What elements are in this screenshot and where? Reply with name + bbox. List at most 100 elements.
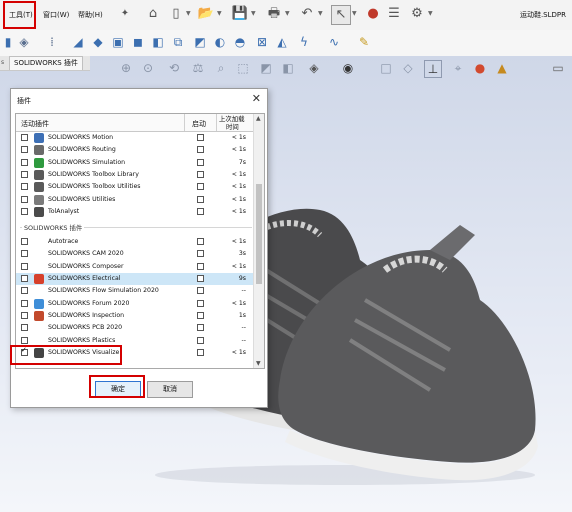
save-icon[interactable]: 💾 [231,5,249,23]
addin-row[interactable]: SOLIDWORKS Toolbox Library < 1s [16,169,254,181]
startup-checkbox[interactable] [197,275,204,282]
column-active-addins[interactable]: 活动插件 [21,119,49,129]
column-startup[interactable]: 启动 [192,119,206,129]
wrap-icon[interactable]: ◐ [212,34,228,50]
addin-row[interactable]: SOLIDWORKS Flow Simulation 2020 -- [16,285,254,297]
scenes-icon[interactable]: ▲ [494,60,510,76]
active-checkbox[interactable] [21,238,28,246]
extrude-icon[interactable]: ◈ [16,34,32,50]
chevron-down-icon[interactable]: ▼ [428,10,433,17]
startup-checkbox[interactable] [197,158,204,166]
active-checkbox[interactable] [21,287,28,295]
addin-row[interactable]: TolAnalyst < 1s [16,206,254,218]
list-scrollbar[interactable]: ▲ ▼ [253,114,264,368]
chevron-down-icon[interactable]: ▼ [251,10,256,17]
chevron-down-icon[interactable]: ▼ [318,10,323,17]
pin-icon[interactable]: ✦ [116,5,134,23]
addin-row[interactable]: SOLIDWORKS Toolbox Utilities < 1s [16,181,254,193]
startup-checkbox[interactable] [197,207,204,215]
instant3d-icon[interactable]: ∿ [326,34,342,50]
active-checkbox[interactable] [21,324,28,332]
startup-checkbox[interactable] [197,134,204,141]
startup-checkbox[interactable] [197,183,204,191]
move-face-icon[interactable]: ⊠ [254,34,270,50]
active-checkbox[interactable] [21,158,28,166]
active-checkbox[interactable] [21,275,28,282]
startup-checkbox[interactable] [197,336,204,344]
active-checkbox[interactable] [21,262,28,270]
rebuild-traffic-light-icon[interactable]: ● [364,5,382,23]
tab-solidworks-addins[interactable]: SOLIDWORKS 插件 [9,56,83,70]
home-icon[interactable]: ⌂ [144,5,162,23]
addin-row[interactable]: SOLIDWORKS Simulation 7s [16,157,254,169]
draft-icon[interactable]: ◧ [150,34,166,50]
addin-row[interactable]: SOLIDWORKS Motion < 1s [16,132,254,144]
edit-appearance-icon[interactable]: ◈ [306,60,322,76]
active-checkbox[interactable] [21,207,28,215]
triad-icon[interactable]: ⊥ [424,60,442,78]
section-view-icon[interactable]: ⚖ [190,60,206,76]
zoom-to-fit-icon[interactable]: ⊕ [118,60,134,76]
chevron-down-icon[interactable]: ▼ [256,360,261,367]
menu-help[interactable]: 帮助(H) [78,10,103,20]
startup-checkbox[interactable] [197,250,204,258]
chamfer-icon[interactable]: ◆ [90,34,106,50]
startup-checkbox[interactable] [197,238,204,246]
pattern-icon[interactable]: ⧉ [170,34,186,50]
tab-scroll-left-icon[interactable]: s [1,59,4,66]
addin-row[interactable]: SOLIDWORKS Utilities < 1s [16,194,254,206]
active-checkbox[interactable] [21,311,28,319]
select-cursor-icon[interactable]: ↖ [331,5,351,25]
dome-icon[interactable]: ◓ [232,34,248,50]
rib-icon[interactable]: ◼ [130,34,146,50]
shadows-icon[interactable]: ⌖ [450,60,466,76]
hide-show-items-icon[interactable]: ◧ [280,60,296,76]
view-settings-icon[interactable]: □ [378,60,394,76]
startup-checkbox[interactable] [197,324,204,332]
active-checkbox[interactable] [21,195,28,203]
sketch-icon[interactable]: ▮ [0,34,16,50]
addin-row[interactable]: SOLIDWORKS Composer < 1s [16,261,254,273]
zoom-area-icon[interactable]: ⊙ [140,60,156,76]
cancel-button[interactable]: 取消 [147,381,193,398]
active-checkbox[interactable] [21,336,28,344]
addin-row[interactable]: SOLIDWORKS CAM 2020 3s [16,248,254,260]
scrollbar-thumb[interactable] [256,184,262,284]
dynamic-annotation-icon[interactable]: ⌕ [213,60,229,76]
startup-checkbox[interactable] [197,311,204,319]
addin-row[interactable]: SOLIDWORKS Electrical 9s [16,273,254,285]
new-document-icon[interactable]: ▯ [167,5,185,23]
curves-icon[interactable]: ϟ [296,34,312,50]
active-checkbox[interactable] [21,134,28,141]
active-checkbox[interactable] [21,183,28,191]
shell-icon[interactable]: ▣ [110,34,126,50]
realview-icon[interactable]: ◇ [400,60,416,76]
active-checkbox[interactable] [21,146,28,154]
gear-icon[interactable]: ⚙ [408,5,426,23]
fillet-icon[interactable]: ◢ [70,34,86,50]
chevron-down-icon[interactable]: ▼ [285,10,290,17]
previous-view-icon[interactable]: ⟲ [166,60,182,76]
startup-checkbox[interactable] [197,262,204,270]
mirror-icon[interactable]: ◩ [192,34,208,50]
undo-icon[interactable]: ↶ [298,5,316,23]
startup-checkbox[interactable] [197,348,204,356]
intersect-icon[interactable]: ◭ [274,34,290,50]
appearances-icon[interactable]: ● [472,60,488,76]
active-checkbox[interactable] [21,170,28,178]
open-folder-icon[interactable]: 📂 [197,5,215,23]
close-icon[interactable]: ✕ [252,92,261,105]
section-solidworks-addins[interactable]: SOLIDWORKS 插件 [22,223,85,233]
chevron-down-icon[interactable]: ▼ [352,10,357,17]
startup-checkbox[interactable] [197,195,204,203]
addin-row[interactable]: SOLIDWORKS Inspection 1s [16,310,254,322]
addin-row[interactable]: Autotrace < 1s [16,236,254,248]
display-style-icon[interactable]: ◩ [258,60,274,76]
view-orientation-icon[interactable]: ⬚ [235,60,251,76]
addin-row[interactable]: SOLIDWORKS Routing < 1s [16,144,254,156]
addin-row[interactable]: SOLIDWORKS Forum 2020 < 1s [16,298,254,310]
startup-checkbox[interactable] [197,287,204,295]
startup-checkbox[interactable] [197,299,204,307]
addin-row[interactable]: SOLIDWORKS PCB 2020 -- [16,322,254,334]
startup-checkbox[interactable] [197,146,204,154]
